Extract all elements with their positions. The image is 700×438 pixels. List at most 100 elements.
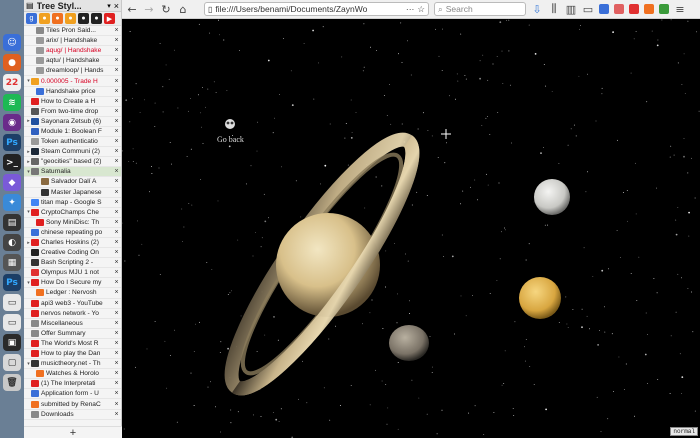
tab-close-icon[interactable]: ×: [112, 199, 121, 206]
app-icon-6[interactable]: ▣: [3, 334, 21, 351]
photoshop-icon[interactable]: Ps: [3, 134, 21, 151]
reload-icon[interactable]: ↻: [160, 3, 172, 16]
sidebar-menu-icon[interactable]: ▾: [107, 2, 111, 10]
tab-close-icon[interactable]: ×: [112, 88, 121, 95]
back-icon[interactable]: ←: [126, 3, 138, 16]
tab-item[interactable]: Tiles Pron Said... ×: [24, 26, 121, 37]
home-icon[interactable]: ⌂: [177, 3, 189, 16]
tab-item[interactable]: arix/ | Handshake ×: [24, 36, 121, 47]
tab-close-icon[interactable]: ×: [112, 259, 121, 266]
tab-item[interactable]: Module 1: Boolean F ×: [24, 127, 121, 138]
tab-item[interactable]: Bash Scripting 2 - ×: [24, 258, 121, 269]
tab-item[interactable]: submitted by RenaC ×: [24, 399, 121, 410]
terminal-icon[interactable]: >_: [3, 154, 21, 171]
tab-close-icon[interactable]: ×: [112, 390, 121, 397]
pinned-tab-icon[interactable]: ●: [65, 13, 76, 24]
new-tab-button[interactable]: +: [24, 426, 122, 438]
tab-item[interactable]: Sony MiniDisc: Th ×: [24, 218, 121, 228]
tab-close-icon[interactable]: ×: [112, 108, 121, 115]
library-icon[interactable]: ⫼: [548, 2, 560, 16]
safari-icon[interactable]: ✦: [3, 194, 21, 211]
app-icon-3[interactable]: ▤: [3, 214, 21, 231]
app-icon-7[interactable]: ▢: [3, 354, 21, 371]
tab-item[interactable]: How to play the Dan ×: [24, 349, 121, 360]
tab-item[interactable]: ▸ Charles Hoskins (2) ×: [24, 238, 121, 249]
tab-item[interactable]: ▾ How Do I Secure my ×: [24, 278, 121, 289]
tab-close-icon[interactable]: ×: [112, 239, 121, 246]
go-back-link[interactable]: Go back: [217, 117, 244, 144]
download-icon[interactable]: ⇩: [531, 3, 543, 16]
tab-close-icon[interactable]: ×: [112, 269, 121, 276]
sidebar-toggle-icon[interactable]: ▥: [565, 3, 577, 16]
tab-item[interactable]: titan map - Google S ×: [24, 198, 121, 208]
calendar-icon[interactable]: 22: [3, 74, 21, 91]
github-icon[interactable]: ●: [78, 13, 89, 24]
tab-item[interactable]: dreamloop/ | Hands ×: [24, 66, 121, 77]
tab-close-icon[interactable]: ×: [112, 350, 121, 357]
extension-icon[interactable]: [659, 4, 669, 14]
tab-close-icon[interactable]: ×: [112, 300, 121, 307]
tab-close-icon[interactable]: ×: [112, 78, 121, 85]
menu-icon[interactable]: ≡: [674, 3, 686, 16]
reader-icon[interactable]: ▭: [582, 3, 594, 16]
tab-item[interactable]: api3 web3 - YouTube ×: [24, 299, 121, 309]
tab-item[interactable]: aqtu/ | Handshake ×: [24, 56, 121, 67]
tab-item[interactable]: ▸ Sayonara Zetsub (6) ×: [24, 117, 121, 127]
forward-icon[interactable]: →: [143, 3, 155, 16]
tab-close-icon[interactable]: ×: [112, 27, 121, 34]
tab-item[interactable]: ▾ 0.000005 - Trade H ×: [24, 76, 121, 87]
tab-item[interactable]: Token authenticatio ×: [24, 137, 121, 148]
extension-icon[interactable]: [614, 4, 624, 14]
extension-icon[interactable]: [629, 4, 639, 14]
tab-close-icon[interactable]: ×: [112, 128, 121, 135]
pinned-tab-icon[interactable]: ●: [39, 13, 50, 24]
tab-close-icon[interactable]: ×: [112, 37, 121, 44]
tab-close-icon[interactable]: ×: [112, 178, 121, 185]
tab-item[interactable]: Application form - U ×: [24, 389, 121, 400]
tab-close-icon[interactable]: ×: [112, 289, 121, 296]
tab-close-icon[interactable]: ×: [112, 67, 121, 74]
youtube-icon[interactable]: ▶: [104, 13, 115, 24]
folder-icon-2[interactable]: ▭: [3, 314, 21, 331]
search-box[interactable]: ⌕ Search: [434, 2, 526, 16]
pinned-tab-icon[interactable]: ●: [52, 13, 63, 24]
tab-item[interactable]: ▾ CryptoChamps Che ×: [24, 208, 121, 218]
tab-item[interactable]: Creative Coding On ×: [24, 248, 121, 259]
pinned-tab-icon[interactable]: g: [26, 13, 37, 24]
tab-close-icon[interactable]: ×: [112, 158, 121, 165]
app-icon[interactable]: ◉: [3, 114, 21, 131]
tab-item[interactable]: How to Create a H ×: [24, 97, 121, 107]
tab-close-icon[interactable]: ×: [112, 229, 121, 236]
tab-close-icon[interactable]: ×: [112, 148, 121, 155]
page-actions-icon[interactable]: ···: [406, 4, 415, 14]
trash-icon[interactable]: 🗑: [3, 374, 21, 391]
extension-icon[interactable]: [644, 4, 654, 14]
tab-close-icon[interactable]: ×: [112, 340, 121, 347]
tab-close-icon[interactable]: ×: [112, 168, 121, 175]
tab-close-icon[interactable]: ×: [112, 209, 121, 216]
tab-item[interactable]: Master Japanese ×: [24, 188, 121, 198]
url-bar[interactable]: ▯ file:///Users/benami/Documents/ZaynWo …: [204, 2, 429, 16]
tab-item[interactable]: (1) The Interpretati ×: [24, 379, 121, 390]
tab-item[interactable]: Watches & Horolo ×: [24, 369, 121, 380]
extension-icon[interactable]: [599, 4, 609, 14]
tab-item[interactable]: Downloads ×: [24, 410, 121, 420]
tab-item[interactable]: Miscellaneous ×: [24, 319, 121, 329]
tab-item[interactable]: ▸ "geocities" based (2) ×: [24, 157, 121, 168]
app-icon-4[interactable]: ◐: [3, 234, 21, 251]
folder-icon[interactable]: ▭: [3, 294, 21, 311]
tab-item[interactable]: aqug/ | Handshake ×: [24, 46, 121, 57]
tab-close-icon[interactable]: ×: [112, 249, 121, 256]
tab-close-icon[interactable]: ×: [112, 401, 121, 408]
tab-close-icon[interactable]: ×: [112, 47, 121, 54]
tab-close-icon[interactable]: ×: [112, 57, 121, 64]
tab-close-icon[interactable]: ×: [112, 380, 121, 387]
tab-close-icon[interactable]: ×: [112, 360, 121, 367]
tab-item[interactable]: Ledger : Nervosh ×: [24, 288, 121, 299]
tab-close-icon[interactable]: ×: [112, 279, 121, 286]
tab-item[interactable]: chinese repeating po ×: [24, 228, 121, 238]
tab-close-icon[interactable]: ×: [112, 370, 121, 377]
tab-close-icon[interactable]: ×: [112, 219, 121, 226]
tab-item[interactable]: Salvador Dalí A ×: [24, 177, 121, 188]
tab-item[interactable]: Olympus MJU 1 not ×: [24, 268, 121, 279]
